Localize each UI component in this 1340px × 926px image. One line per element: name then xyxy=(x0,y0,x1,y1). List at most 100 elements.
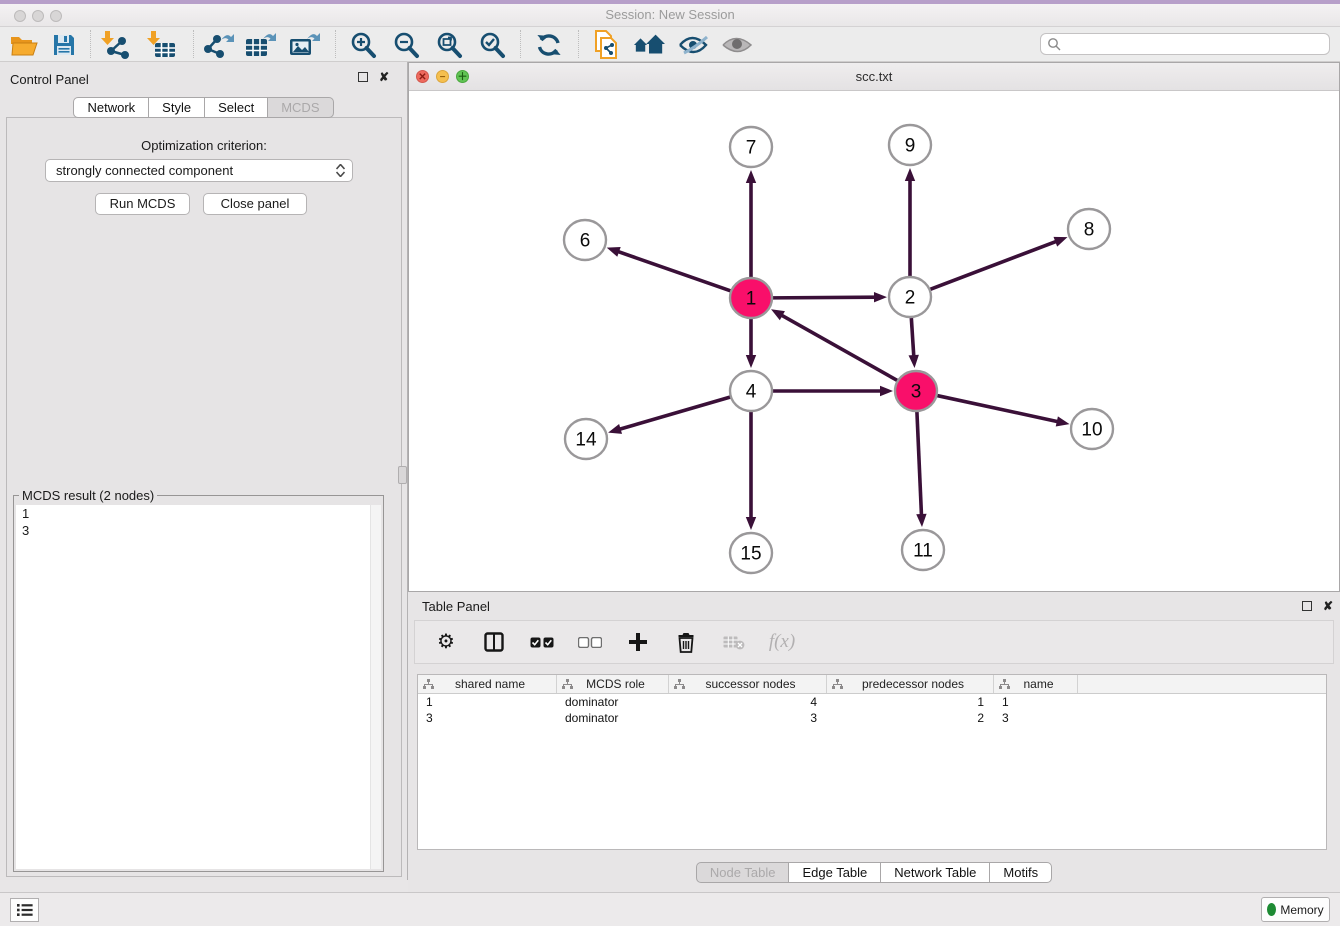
graph-node-label-4: 4 xyxy=(746,382,757,403)
tab-network-table[interactable]: Network Table xyxy=(880,862,990,883)
cell-MCDS-role[interactable]: dominator xyxy=(557,710,669,726)
column-header-shared-name[interactable]: shared name xyxy=(418,675,557,693)
refresh-view-icon[interactable] xyxy=(533,29,565,60)
cell-name[interactable]: 3 xyxy=(994,710,1078,726)
edge-3-11[interactable] xyxy=(917,412,922,516)
zoom-selected-icon[interactable] xyxy=(476,29,508,60)
task-history-button[interactable] xyxy=(10,898,39,922)
zoom-in-icon[interactable] xyxy=(347,29,379,60)
memory-button[interactable]: Memory xyxy=(1261,897,1330,922)
tab-style[interactable]: Style xyxy=(148,97,205,118)
criterion-value: strongly connected component xyxy=(56,163,233,178)
zoom-fit-icon[interactable] xyxy=(433,29,465,60)
edge-2-8[interactable] xyxy=(930,241,1058,289)
column-header-predecessor-nodes[interactable]: predecessor nodes xyxy=(827,675,994,693)
app-titlebar: Session: New Session xyxy=(0,4,1340,27)
table-options-gear-icon[interactable]: ⚙ xyxy=(433,629,459,655)
toolbar-separator xyxy=(90,30,91,58)
search-icon xyxy=(1047,37,1061,51)
cell-predecessor-nodes[interactable]: 2 xyxy=(827,710,994,726)
close-panel-button[interactable]: Close panel xyxy=(203,193,307,215)
arrowhead-1-4 xyxy=(746,355,756,368)
open-file-icon[interactable] xyxy=(8,29,40,60)
mcds-result-group: MCDS result (2 nodes) 13 xyxy=(13,495,384,872)
save-session-icon[interactable] xyxy=(48,29,80,60)
graph-node-label-11: 11 xyxy=(913,541,933,562)
table-float-icon[interactable] xyxy=(1302,601,1312,611)
column-header-name[interactable]: name xyxy=(994,675,1078,693)
table-panel-title: Table Panel xyxy=(422,599,490,614)
tab-node-table[interactable]: Node Table xyxy=(696,862,790,883)
zoom-out-icon[interactable] xyxy=(390,29,422,60)
edge-4-14[interactable] xyxy=(619,397,731,430)
mcds-result-textarea[interactable]: 13 xyxy=(16,505,381,869)
criterion-dropdown[interactable]: strongly connected component xyxy=(45,159,353,182)
graph-node-label-9: 9 xyxy=(905,136,916,157)
result-scrollbar[interactable] xyxy=(370,505,381,869)
home-layout-icon[interactable] xyxy=(633,29,665,60)
export-network-icon[interactable] xyxy=(203,29,235,60)
graph-node-label-8: 8 xyxy=(1084,220,1095,241)
float-panel-icon[interactable] xyxy=(358,72,368,82)
dropdown-stepper-icon xyxy=(333,162,347,179)
arrowhead-1-7 xyxy=(746,170,756,183)
function-builder-icon-disabled: f(x) xyxy=(769,629,795,655)
table-row[interactable]: 1dominator411 xyxy=(418,694,1326,710)
graph-node-label-15: 15 xyxy=(740,544,761,565)
edge-1-6[interactable] xyxy=(617,251,731,291)
search-input[interactable] xyxy=(1061,37,1329,51)
column-header-successor-nodes[interactable]: successor nodes xyxy=(669,675,827,693)
network-window-title: scc.txt xyxy=(409,69,1339,84)
export-table-icon[interactable] xyxy=(245,29,277,60)
edge-3-10[interactable] xyxy=(937,395,1059,421)
node-table[interactable]: shared nameMCDS rolesuccessor nodesprede… xyxy=(417,674,1327,850)
cell-name[interactable]: 1 xyxy=(994,694,1078,710)
edge-3-1[interactable] xyxy=(781,315,898,381)
import-table-icon[interactable] xyxy=(146,29,178,60)
delete-row-trash-icon[interactable] xyxy=(673,629,699,655)
table-row[interactable]: 3dominator323 xyxy=(418,710,1326,726)
arrowhead-2-8 xyxy=(1053,237,1067,247)
edge-2-3[interactable] xyxy=(911,318,913,357)
cell-shared-name[interactable]: 1 xyxy=(418,694,557,710)
clone-network-icon[interactable] xyxy=(590,29,622,60)
toolbar-separator xyxy=(335,30,336,58)
arrowhead-4-15 xyxy=(746,517,756,530)
arrowhead-3-11 xyxy=(916,514,926,527)
tab-motifs[interactable]: Motifs xyxy=(989,862,1052,883)
deselect-all-checks-icon[interactable] xyxy=(577,629,603,655)
import-network-icon[interactable] xyxy=(100,29,132,60)
cell-successor-nodes[interactable]: 3 xyxy=(669,710,827,726)
cell-shared-name[interactable]: 3 xyxy=(418,710,557,726)
run-mcds-button[interactable]: Run MCDS xyxy=(95,193,190,215)
close-panel-icon[interactable]: ✘ xyxy=(378,71,390,83)
network-window-titlebar[interactable]: ✕ − ＋ scc.txt xyxy=(409,63,1339,91)
cell-predecessor-nodes[interactable]: 1 xyxy=(827,694,994,710)
panel-splitter-handle[interactable] xyxy=(398,466,407,484)
tab-network[interactable]: Network xyxy=(73,97,149,118)
tab-edge-table[interactable]: Edge Table xyxy=(788,862,881,883)
hide-selected-eye-icon[interactable] xyxy=(678,29,710,60)
graph-node-label-14: 14 xyxy=(575,430,597,451)
export-image-icon[interactable] xyxy=(289,29,321,60)
arrowhead-1-2 xyxy=(874,292,887,302)
table-close-icon[interactable]: ✘ xyxy=(1322,600,1334,612)
task-list-icon xyxy=(17,903,33,917)
column-header-MCDS-role[interactable]: MCDS role xyxy=(557,675,669,693)
mcds-result-line: 3 xyxy=(16,522,381,539)
edge-1-2[interactable] xyxy=(772,297,876,298)
show-all-eye-icon[interactable] xyxy=(721,29,753,60)
cell-successor-nodes[interactable]: 4 xyxy=(669,694,827,710)
search-box[interactable] xyxy=(1040,33,1330,55)
select-all-checks-icon[interactable] xyxy=(529,629,555,655)
delete-column-icon-disabled xyxy=(721,629,747,655)
cell-MCDS-role[interactable]: dominator xyxy=(557,694,669,710)
show-column-icon[interactable] xyxy=(481,629,507,655)
network-canvas[interactable]: 7968124314101511 xyxy=(409,91,1339,591)
add-row-plus-icon[interactable] xyxy=(625,629,651,655)
tab-mcds[interactable]: MCDS xyxy=(267,97,333,118)
network-graph[interactable]: 7968124314101511 xyxy=(409,91,1339,591)
tab-select[interactable]: Select xyxy=(204,97,268,118)
table-panel: Table Panel ✘ ⚙ f(x) shared nameMCDS rol… xyxy=(408,592,1340,892)
graph-node-label-1: 1 xyxy=(746,289,757,310)
